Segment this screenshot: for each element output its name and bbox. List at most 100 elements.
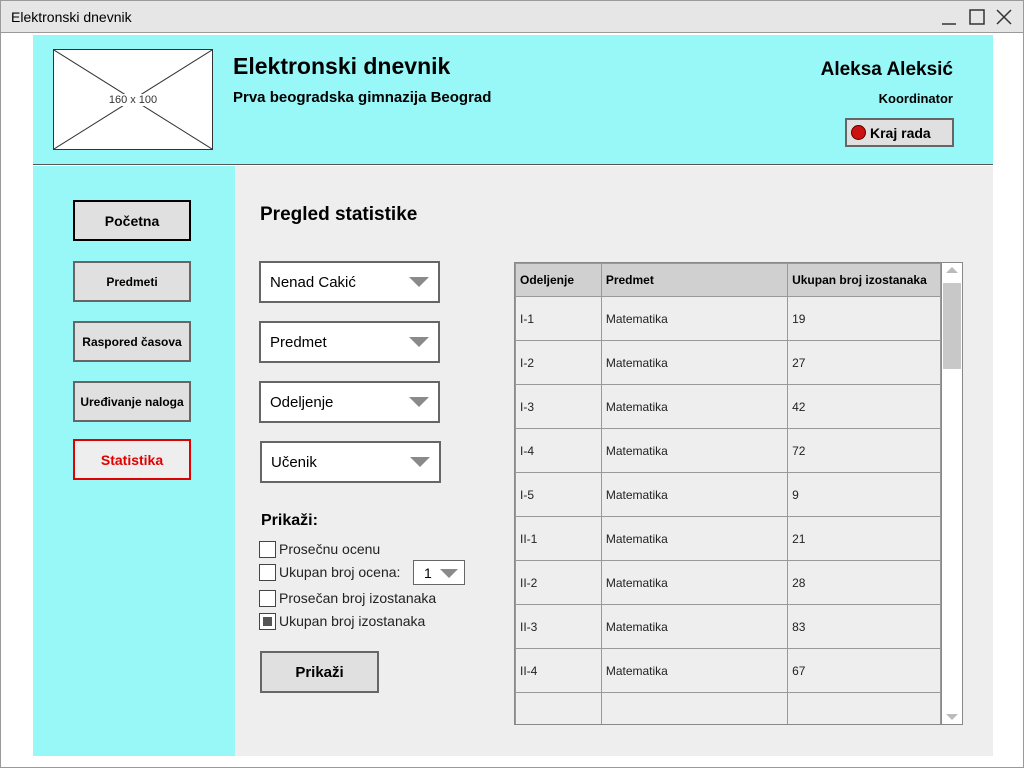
option-total-absences[interactable]: Ukupan broj izostanaka [259,611,425,631]
sidebar-item-pocetna[interactable]: Početna [73,200,191,241]
logo-placeholder: 160 x 100 [53,49,213,150]
table-row[interactable]: I-4 Matematika 72 [515,428,941,473]
cell-subject: Matematika [600,340,789,385]
chevron-down-icon [409,337,429,347]
cell-subject: Matematika [600,560,789,605]
cell-absences: 27 [787,340,941,385]
cell-class: II-2 [515,560,602,605]
option-label: Prosečan broj izostanaka [279,590,437,606]
cell-subject: Matematika [600,516,789,561]
cell-class: II-4 [515,648,602,693]
teacher-select-value: Nenad Cakić [270,273,356,291]
cell-subject [600,692,789,724]
option-average-absences[interactable]: Prosečan broj izostanaka [259,588,436,608]
cell-subject: Matematika [600,296,789,341]
cell-absences: 67 [787,648,941,693]
table-row[interactable]: I-1 Matematika 19 [515,296,941,341]
cell-subject: Matematika [600,604,789,649]
cell-subject: Matematika [600,648,789,693]
sidebar-item-predmeti[interactable]: Predmeti [73,261,191,302]
app-header: 160 x 100 Elektronski dnevnik Prva beogr… [33,35,993,165]
main-content: Pregled statistike Nenad Cakić Predmet O… [235,166,993,756]
statistics-grid: Odeljenje Predmet Ukupan broj izostanaka… [515,263,941,724]
scroll-down-icon[interactable] [946,714,958,720]
cell-absences: 19 [787,296,941,341]
table-header-row: Odeljenje Predmet Ukupan broj izostanaka [515,263,941,297]
logout-icon [851,125,866,140]
sidebar: Početna Predmeti Raspored časova Uređiva… [33,166,235,756]
column-header-subject: Predmet [600,263,789,297]
cell-class: I-1 [515,296,602,341]
cell-subject: Matematika [600,384,789,429]
table-row[interactable]: I-5 Matematika 9 [515,472,941,517]
title-bar: Elektronski dnevnik [1,1,1023,33]
cell-class: I-2 [515,340,602,385]
table-row[interactable]: I-3 Matematika 42 [515,384,941,429]
table-row[interactable]: II-1 Matematika 21 [515,516,941,561]
cell-class: I-3 [515,384,602,429]
table-row[interactable]: I-2 Matematika 27 [515,340,941,385]
sidebar-item-raspored[interactable]: Raspored časova [73,321,191,362]
page-title: Pregled statistike [260,204,418,225]
checkbox-total-absences[interactable] [259,612,276,630]
checkbox-total-grades[interactable] [259,563,276,581]
cell-absences: 21 [787,516,941,561]
cell-subject: Matematika [600,428,789,473]
checkbox-average-absences[interactable] [259,589,276,607]
option-average-grade[interactable]: Prosečnu ocenu [259,539,380,559]
chevron-down-icon [410,457,430,467]
column-header-total-absences: Ukupan broj izostanaka [787,263,941,297]
option-label: Ukupan broj ocena: [279,564,401,580]
cell-class: II-3 [515,604,602,649]
sidebar-item-statistika[interactable]: Statistika [73,439,191,480]
school-name: Prva beogradska gimnazija Beograd [233,89,492,106]
logout-label: Kraj rada [870,124,931,141]
table-row[interactable]: II-2 Matematika 28 [515,560,941,605]
close-icon[interactable] [994,7,1014,27]
cell-absences: 9 [787,472,941,517]
option-label: Ukupan broj izostanaka [279,613,426,629]
grades-count-value: 1 [424,564,432,581]
option-label: Prosečnu ocenu [279,541,381,557]
show-button[interactable]: Prikaži [260,651,379,693]
checkbox-average-grade[interactable] [259,540,276,558]
column-header-class: Odeljenje [515,263,602,297]
minimize-icon[interactable] [939,7,959,27]
app-window: Elektronski dnevnik 160 x 100 Elektronsk… [0,0,1024,768]
table-row[interactable]: II-4 Matematika 67 [515,648,941,693]
cell-absences: 42 [787,384,941,429]
table-row[interactable] [515,692,941,724]
user-role: Koordinator [878,91,953,106]
cell-absences [787,692,941,724]
sidebar-item-uredjivanje-naloga[interactable]: Uređivanje naloga [73,381,191,422]
cell-class: I-4 [515,428,602,473]
cell-class: II-1 [515,516,602,561]
subject-select[interactable]: Predmet [259,321,440,363]
user-name: Aleksa Aleksić [820,59,953,80]
statistics-table: Odeljenje Predmet Ukupan broj izostanaka… [514,262,963,725]
window-title: Elektronski dnevnik [11,9,132,25]
show-label: Prikaži: [261,512,318,529]
cell-class: I-5 [515,472,602,517]
scrollbar-thumb[interactable] [943,283,961,369]
cell-absences: 72 [787,428,941,473]
class-select-value: Odeljenje [270,393,334,411]
student-select[interactable]: Učenik [260,441,441,483]
scroll-up-icon[interactable] [946,267,958,273]
teacher-select[interactable]: Nenad Cakić [259,261,440,303]
grades-count-select[interactable]: 1 [413,560,465,585]
subject-select-value: Predmet [270,333,327,351]
class-select[interactable]: Odeljenje [259,381,440,423]
table-scrollbar[interactable] [941,263,962,724]
option-total-grades[interactable]: Ukupan broj ocena: [259,562,400,582]
maximize-icon[interactable] [967,7,987,27]
cell-class [515,692,602,724]
logout-button[interactable]: Kraj rada [845,118,954,147]
table-row[interactable]: II-3 Matematika 83 [515,604,941,649]
cell-subject: Matematika [600,472,789,517]
chevron-down-icon [440,569,458,578]
app-title: Elektronski dnevnik [233,53,451,79]
cell-absences: 28 [787,560,941,605]
logo-size-label: 160 x 100 [106,94,160,106]
student-select-value: Učenik [271,453,317,471]
